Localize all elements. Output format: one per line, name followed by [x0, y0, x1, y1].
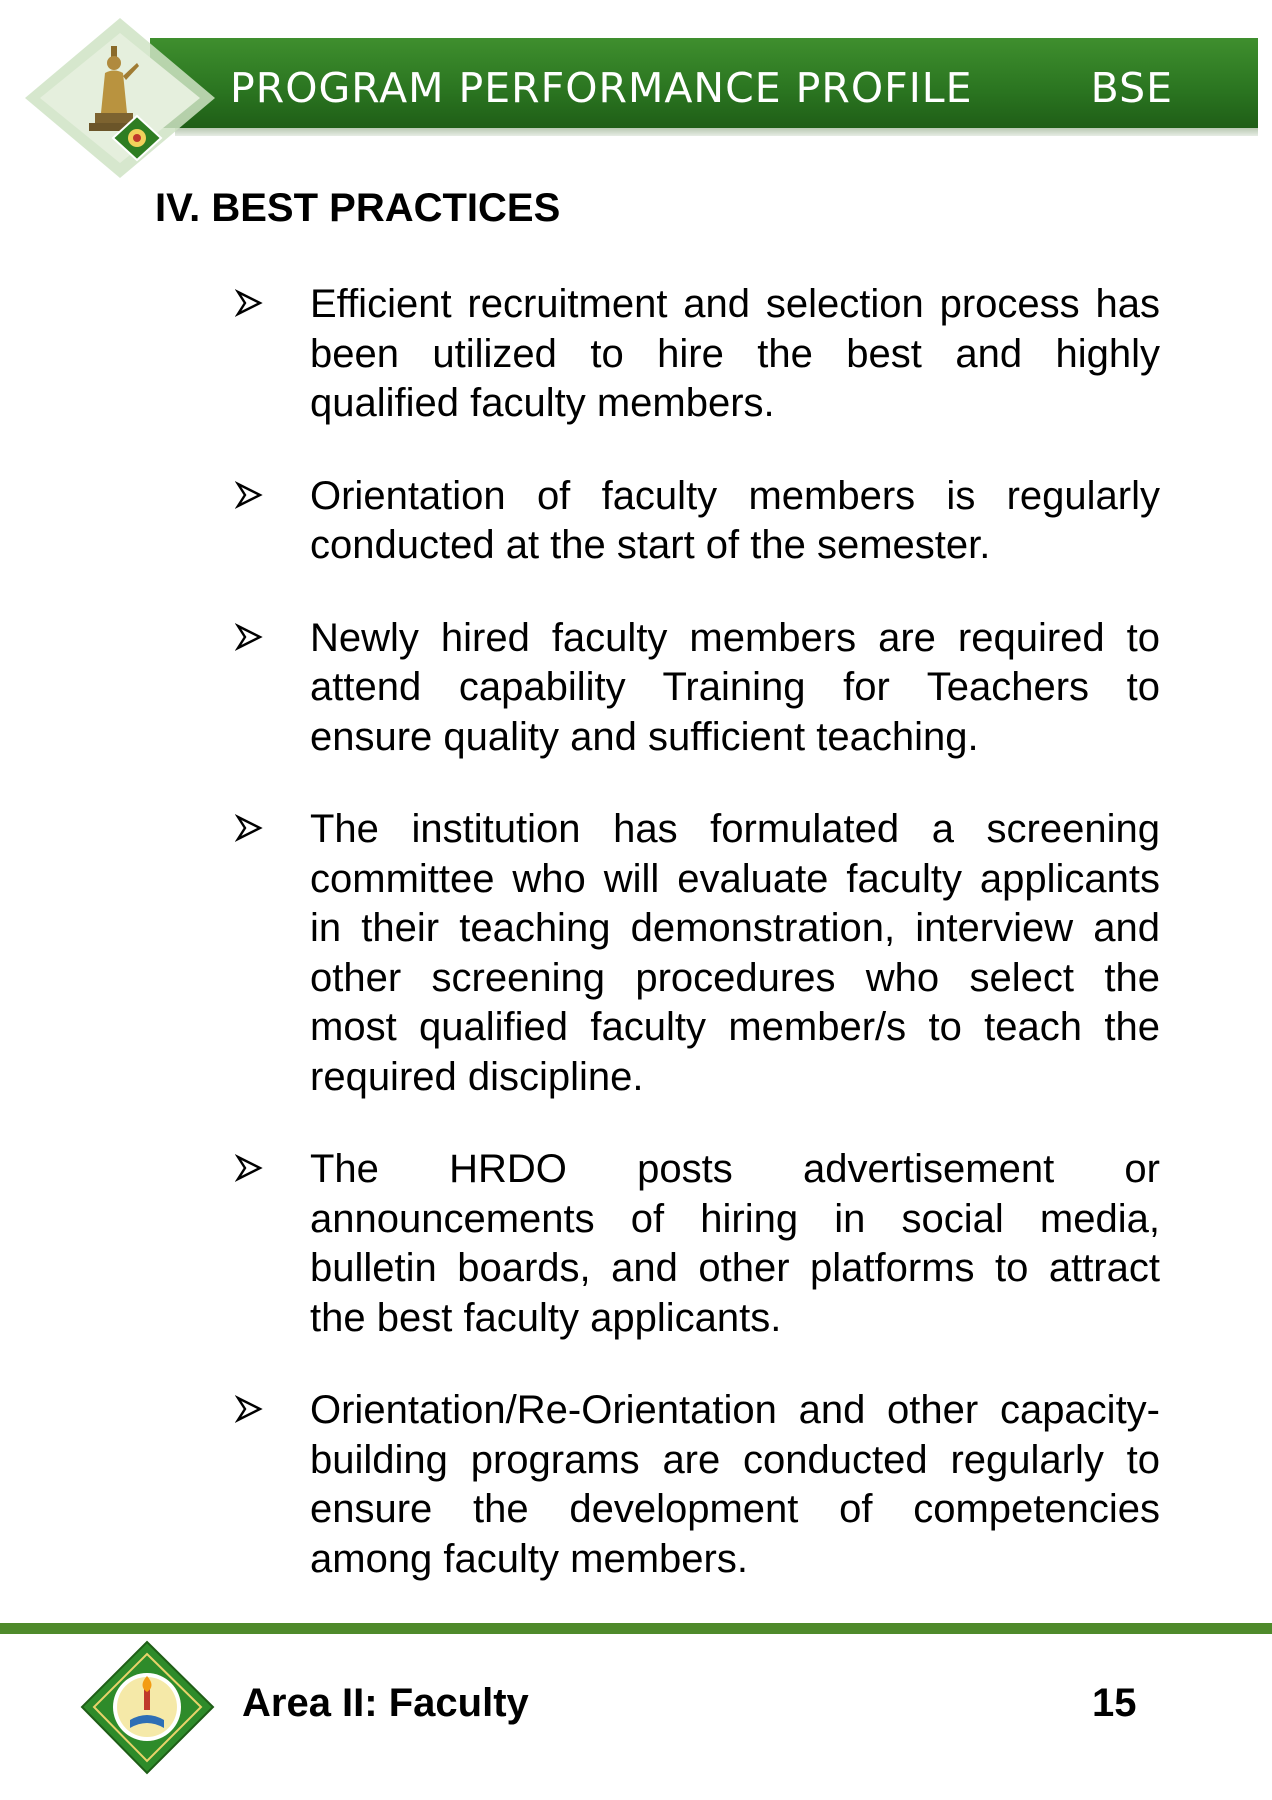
arrow-bullet-icon [235, 289, 263, 317]
footer-area-label: Area II: Faculty [242, 1681, 529, 1725]
program-code: BSE [1090, 64, 1173, 112]
page-header: PROGRAM PERFORMANCE PROFILE BSE [0, 0, 1272, 178]
list-item: Newly hired faculty members are required… [230, 614, 1160, 763]
practice-text: Orientation/Re-Orientation and other cap… [310, 1388, 1160, 1581]
list-item: Efficient recruitment and selection proc… [230, 280, 1160, 429]
arrow-bullet-icon [235, 1395, 263, 1423]
header-title: PROGRAM PERFORMANCE PROFILE [230, 64, 973, 112]
list-item: Orientation/Re-Orientation and other cap… [230, 1386, 1160, 1584]
page-number: 15 [1092, 1681, 1137, 1725]
arrow-bullet-icon [235, 1154, 263, 1182]
practice-text: Newly hired faculty members are required… [310, 615, 1160, 759]
practice-text: The HRDO posts advertisement or announce… [310, 1147, 1160, 1340]
university-seal-icon [80, 1640, 215, 1775]
best-practices-list: Efficient recruitment and selection proc… [230, 280, 1160, 1627]
practice-text: Efficient recruitment and selection proc… [310, 282, 1160, 425]
arrow-bullet-icon [235, 480, 263, 509]
practice-text: The institution has formulated a screeni… [310, 807, 1160, 1099]
statue-emblem-icon [25, 18, 215, 178]
footer-rule [0, 1623, 1272, 1634]
arrow-bullet-icon [235, 814, 263, 842]
list-item: Orientation of faculty members is regula… [230, 472, 1160, 571]
practice-text: Orientation of faculty members is regula… [310, 473, 1160, 568]
list-item: The HRDO posts advertisement or announce… [230, 1145, 1160, 1343]
section-heading: IV. BEST PRACTICES [155, 186, 561, 230]
header-banner-shadow [175, 128, 1258, 136]
list-item: The institution has formulated a screeni… [230, 805, 1160, 1102]
arrow-bullet-icon [235, 622, 263, 651]
